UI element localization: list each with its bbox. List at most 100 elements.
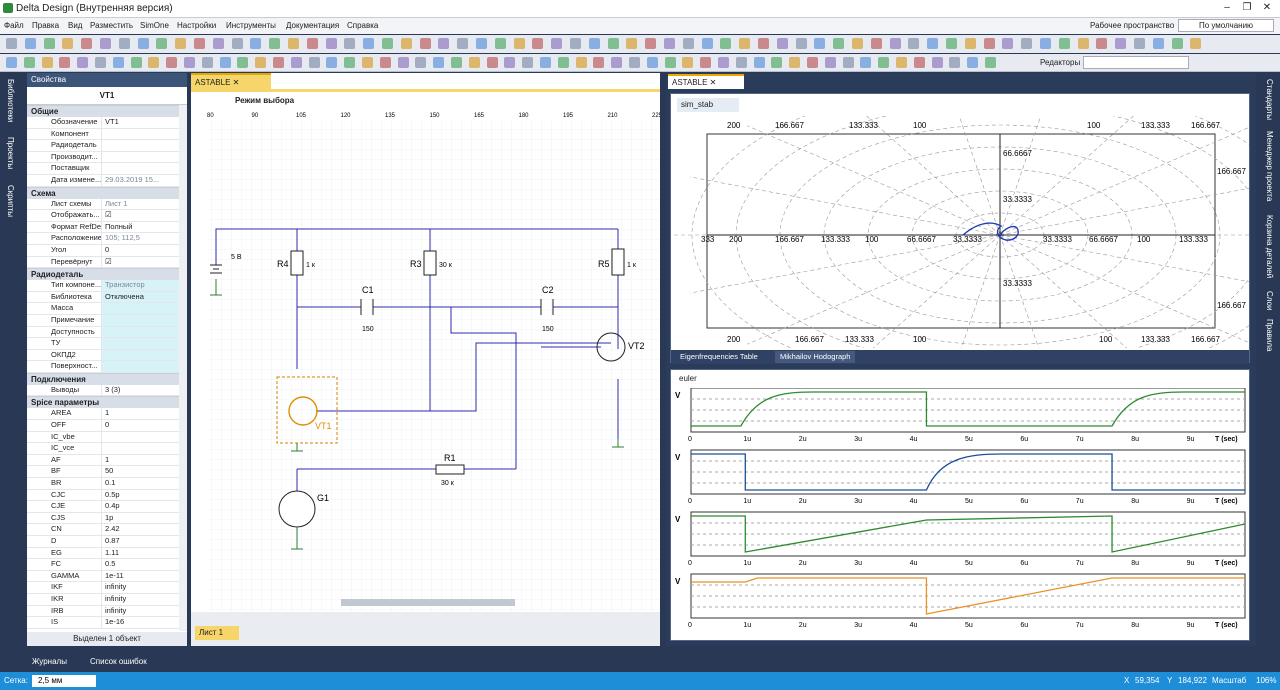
toolbar-icon[interactable] xyxy=(24,38,36,49)
property-row[interactable]: CN 2.42 xyxy=(27,524,187,536)
property-row[interactable]: IS 1e-16 xyxy=(27,617,187,629)
toolbar-icon[interactable] xyxy=(362,57,373,68)
tab-sheet-1[interactable]: Лист 1 xyxy=(195,626,239,640)
toolbar-icon[interactable] xyxy=(62,38,74,49)
toolbar-icon[interactable] xyxy=(504,57,516,68)
toolbar-icon[interactable] xyxy=(148,57,160,68)
toolbar-icon[interactable] xyxy=(494,38,506,49)
toolbar-icon[interactable] xyxy=(6,38,17,49)
toolbar-icon[interactable] xyxy=(175,38,187,49)
toolbar-icon[interactable] xyxy=(771,57,783,68)
toolbar-icon[interactable] xyxy=(41,57,53,68)
toolbar-icon[interactable] xyxy=(1077,38,1089,49)
property-row[interactable]: Расположение 105; 112,5 xyxy=(27,233,187,245)
menu-settings[interactable]: Настройки xyxy=(177,21,216,30)
toolbar-icon[interactable] xyxy=(701,38,713,49)
property-row[interactable]: IKF infinity xyxy=(27,582,187,594)
property-value[interactable]: 3 (3) xyxy=(102,385,187,396)
toolbar-icon[interactable] xyxy=(1190,38,1202,49)
workspace-select[interactable]: По умолчанию xyxy=(1178,19,1274,32)
property-row[interactable]: GAMMA 1e-11 xyxy=(27,570,187,583)
menu-tools[interactable]: Инструменты xyxy=(226,21,276,30)
rail-projects[interactable]: Проекты xyxy=(6,137,15,169)
property-row[interactable]: Производит... xyxy=(27,151,187,164)
toolbar-icon[interactable] xyxy=(1096,38,1108,49)
menu-docs[interactable]: Документация xyxy=(286,21,339,30)
property-row[interactable]: IC_vbe xyxy=(27,431,187,444)
toolbar-icon[interactable] xyxy=(607,38,619,49)
toolbar-icon[interactable] xyxy=(100,38,111,49)
property-row[interactable]: CJC 0.5p xyxy=(27,489,187,502)
tab-euler[interactable]: euler xyxy=(679,374,697,383)
toolbar-icon[interactable] xyxy=(81,38,93,49)
property-row[interactable]: ТУ xyxy=(27,338,187,350)
property-value[interactable]: 0.87 xyxy=(102,536,187,547)
toolbar-icon[interactable] xyxy=(23,57,35,68)
toolbar-icon[interactable] xyxy=(927,38,939,49)
property-row[interactable]: Доступность xyxy=(27,326,187,339)
toolbar-icon[interactable] xyxy=(379,57,391,68)
toolbar-icon[interactable] xyxy=(1171,38,1183,49)
property-value[interactable]: infinity xyxy=(102,606,187,617)
property-value[interactable]: ☑ xyxy=(102,257,187,268)
property-row[interactable]: Лист схемы Лист 1 xyxy=(27,198,187,211)
property-value[interactable]: VT1 xyxy=(102,117,187,128)
toolbar-icon[interactable] xyxy=(852,38,863,49)
property-value[interactable] xyxy=(102,443,187,454)
rail-layers[interactable]: Слои xyxy=(1265,291,1274,310)
menu-edit[interactable]: Правка xyxy=(32,21,59,30)
toolbar-icon[interactable] xyxy=(758,38,769,49)
toolbar-icon[interactable] xyxy=(237,57,249,68)
toolbar-icon[interactable] xyxy=(419,38,431,49)
property-row[interactable]: Поставщик xyxy=(27,163,187,175)
toolbar-icon[interactable] xyxy=(593,57,605,68)
property-row[interactable]: AF 1 xyxy=(27,454,187,467)
toolbar-icon[interactable] xyxy=(860,57,872,68)
toolbar-icon[interactable] xyxy=(551,38,563,49)
property-value[interactable] xyxy=(102,349,187,361)
toolbar-icon[interactable] xyxy=(532,38,544,49)
toolbar-icon[interactable] xyxy=(184,57,195,68)
property-value[interactable]: Полный xyxy=(102,222,187,233)
toolbar-icon[interactable] xyxy=(870,38,882,49)
toolbar-icon[interactable] xyxy=(112,57,124,68)
property-row[interactable]: BF 50 xyxy=(27,466,187,479)
toolbar-icon[interactable] xyxy=(166,57,178,68)
property-row[interactable]: Выводы 3 (3) xyxy=(27,384,187,397)
toolbar-icon[interactable] xyxy=(290,57,302,68)
toolbar-icon[interactable] xyxy=(718,57,729,68)
menu-view[interactable]: Вид xyxy=(68,21,82,30)
toolbar-icon[interactable] xyxy=(1115,38,1127,49)
toolbar-icon[interactable] xyxy=(306,38,318,49)
toolbar-icon[interactable] xyxy=(194,38,205,49)
property-row[interactable]: IKR infinity xyxy=(27,593,187,606)
toolbar-icon[interactable] xyxy=(664,38,675,49)
property-value[interactable] xyxy=(102,303,187,314)
property-row[interactable]: IC_vce xyxy=(27,443,187,455)
property-value[interactable]: 0.5 xyxy=(102,559,187,570)
property-value[interactable]: infinity xyxy=(102,582,187,593)
property-row[interactable]: IRB infinity xyxy=(27,605,187,618)
property-value[interactable]: 0.5p xyxy=(102,490,187,501)
property-value[interactable] xyxy=(102,361,187,372)
tab-errors[interactable]: Список ошибок xyxy=(90,657,147,666)
property-value[interactable]: 1 xyxy=(102,455,187,466)
property-row[interactable]: EG 1.11 xyxy=(27,547,187,560)
toolbar-icon[interactable] xyxy=(1134,38,1145,49)
property-row[interactable]: Радиодеталь xyxy=(27,140,187,152)
toolbar-icon[interactable] xyxy=(1152,38,1164,49)
property-row[interactable]: AREA 1 xyxy=(27,408,187,421)
toolbar-icon[interactable] xyxy=(59,57,71,68)
property-value[interactable]: 0 xyxy=(102,245,187,256)
toolbar-icon[interactable] xyxy=(6,57,17,68)
toolbar-icon[interactable] xyxy=(720,38,732,49)
toolbar-icon[interactable] xyxy=(878,57,890,68)
toolbar-icon[interactable] xyxy=(753,57,765,68)
toolbar-icon[interactable] xyxy=(983,38,995,49)
menu-place[interactable]: Разместить xyxy=(90,21,133,30)
toolbar-icon[interactable] xyxy=(344,57,356,68)
toolbar-icon[interactable] xyxy=(739,38,751,49)
toolbar-icon[interactable] xyxy=(700,57,712,68)
toolbar-icon[interactable] xyxy=(1002,38,1014,49)
property-row[interactable]: Примечание xyxy=(27,314,187,327)
